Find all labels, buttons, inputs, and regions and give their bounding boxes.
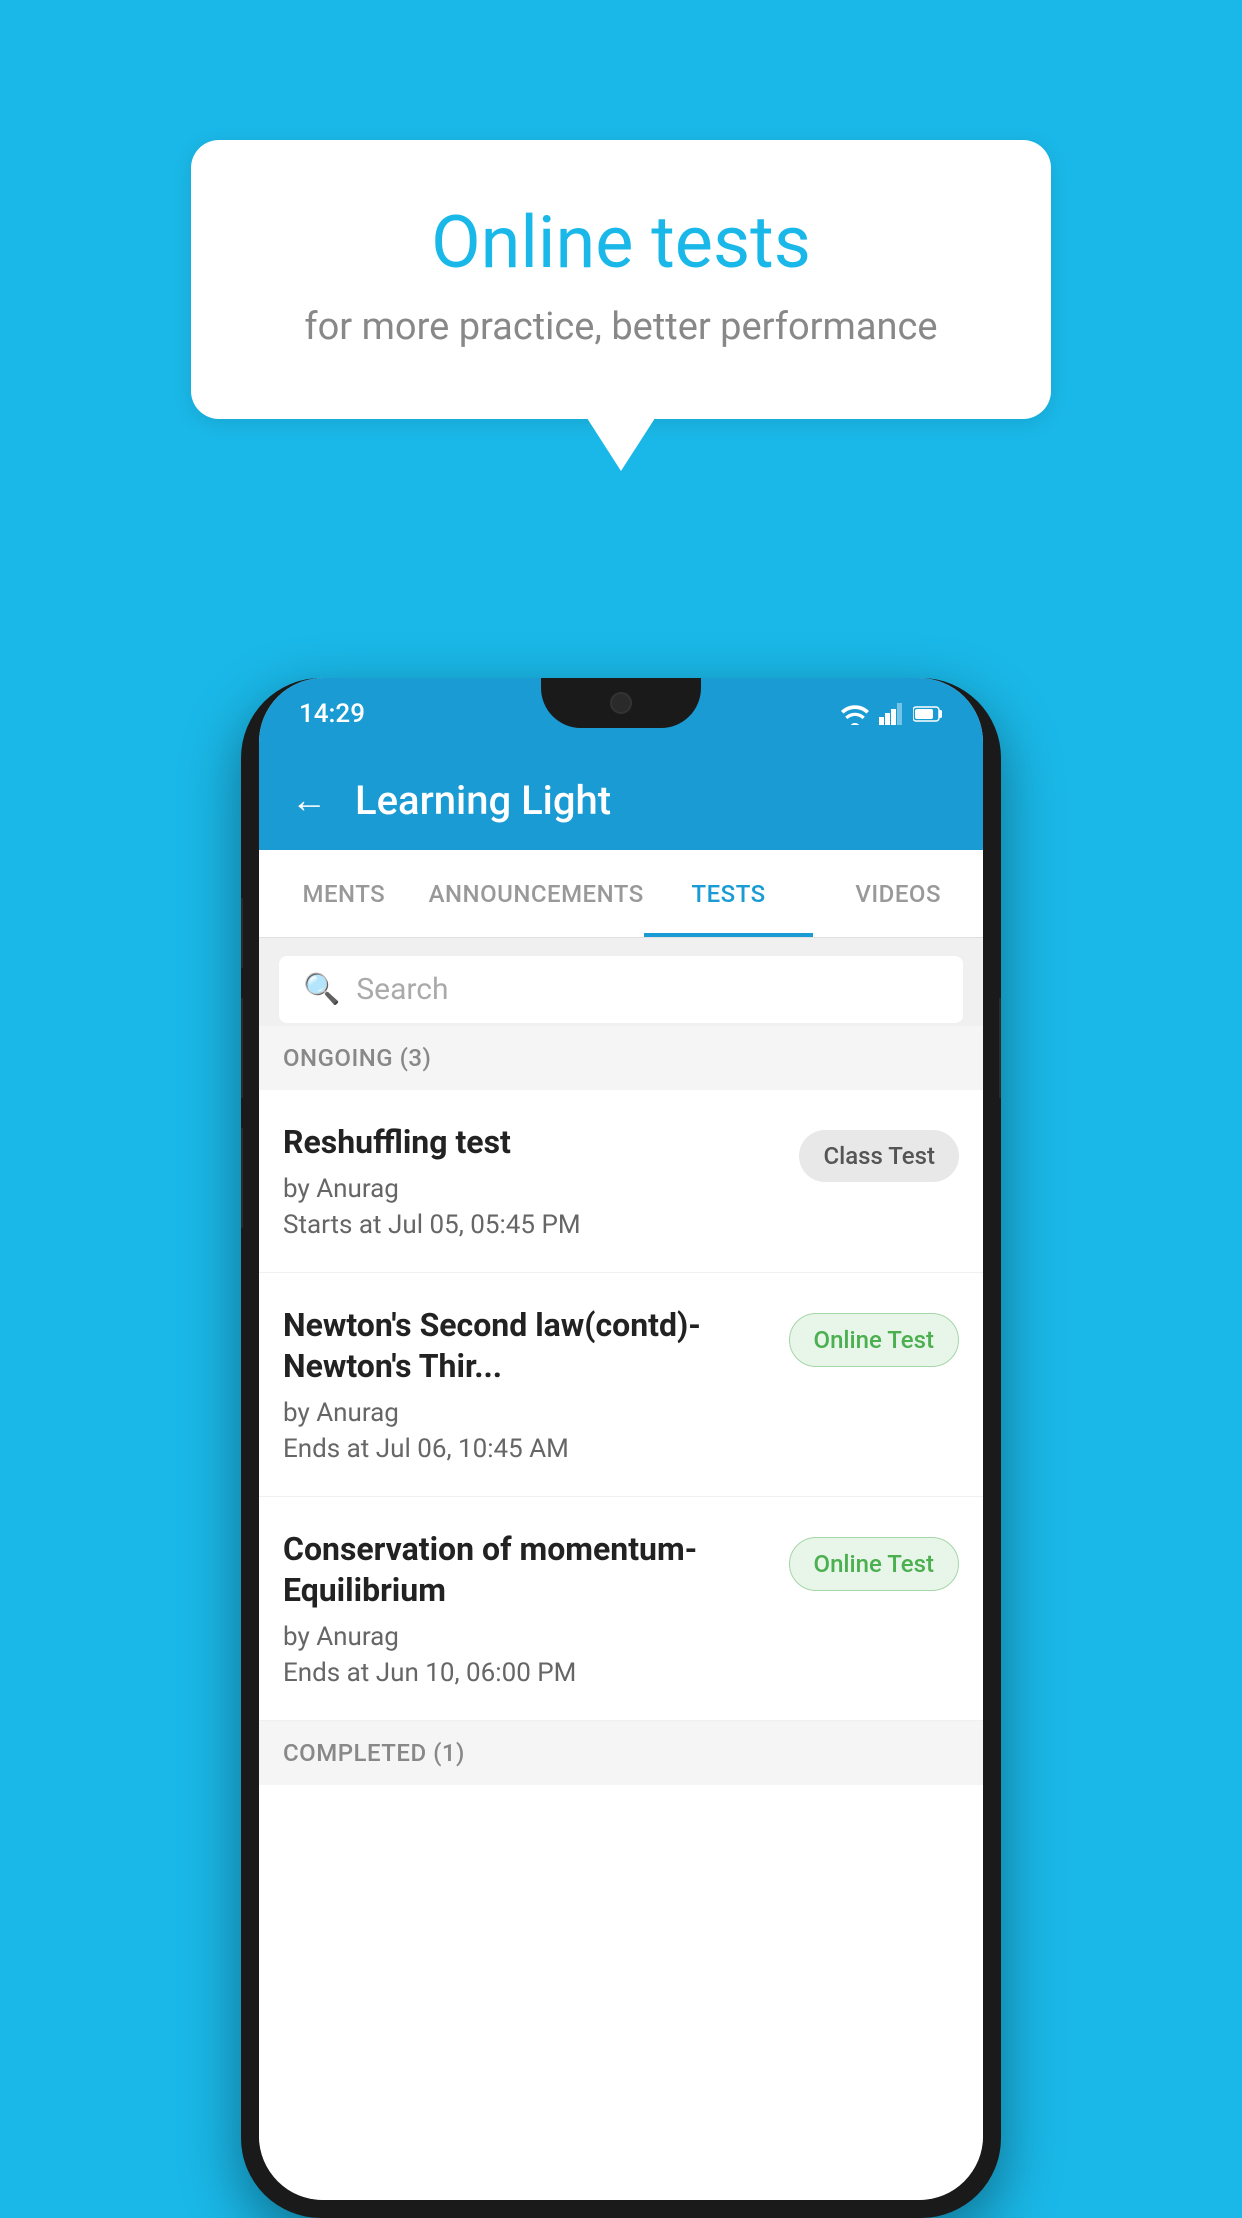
test-title-newton: Newton's Second law(contd)-Newton's Thir… [283, 1305, 769, 1388]
volume-down-button [241, 998, 243, 1098]
tab-videos[interactable]: VIDEOS [813, 850, 983, 937]
speech-bubble: Online tests for more practice, better p… [191, 140, 1051, 419]
front-camera [610, 692, 632, 714]
test-title-reshuffling: Reshuffling test [283, 1122, 779, 1164]
test-item-conservation[interactable]: Conservation of momentum-Equilibrium by … [259, 1497, 983, 1721]
app-title: Learning Light [355, 777, 611, 824]
status-icons [841, 703, 943, 725]
test-info-reshuffling: Reshuffling test by Anurag Starts at Jul… [283, 1122, 799, 1240]
test-time-newton: Ends at Jul 06, 10:45 AM [283, 1434, 769, 1464]
search-input[interactable]: Search [356, 972, 448, 1007]
status-time: 14:29 [299, 699, 365, 729]
test-info-conservation: Conservation of momentum-Equilibrium by … [283, 1529, 789, 1688]
test-item-reshuffling[interactable]: Reshuffling test by Anurag Starts at Jul… [259, 1090, 983, 1273]
phone-notch [541, 678, 701, 728]
tab-bar: MENTS ANNOUNCEMENTS TESTS VIDEOS [259, 850, 983, 938]
badge-online-test-newton: Online Test [789, 1313, 959, 1367]
badge-class-test: Class Test [799, 1130, 959, 1182]
test-time-reshuffling: Starts at Jul 05, 05:45 PM [283, 1210, 779, 1240]
volume-up-button [241, 898, 243, 968]
silent-button [241, 1128, 243, 1228]
test-author-conservation: by Anurag [283, 1622, 769, 1652]
test-title-conservation: Conservation of momentum-Equilibrium [283, 1529, 769, 1612]
signal-icon [879, 703, 903, 725]
wifi-icon [841, 703, 869, 725]
promo-bubble: Online tests for more practice, better p… [191, 140, 1051, 419]
search-input-wrapper[interactable]: 🔍 Search [279, 956, 963, 1023]
app-header: ← Learning Light [259, 750, 983, 850]
back-button[interactable]: ← [291, 779, 327, 821]
bubble-title: Online tests [271, 200, 971, 285]
phone-screen: 14:29 [259, 678, 983, 2200]
ongoing-section-header: ONGOING (3) [259, 1026, 983, 1090]
phone-frame: 14:29 [241, 678, 1001, 2218]
completed-section-header: COMPLETED (1) [259, 1721, 983, 1785]
tab-announcements[interactable]: ANNOUNCEMENTS [429, 850, 644, 937]
test-info-newton: Newton's Second law(contd)-Newton's Thir… [283, 1305, 789, 1464]
content-area: ONGOING (3) Reshuffling test by Anurag S… [259, 1026, 983, 2200]
test-time-conservation: Ends at Jun 10, 06:00 PM [283, 1658, 769, 1688]
tab-tests[interactable]: TESTS [644, 850, 814, 937]
battery-icon [913, 705, 943, 723]
tab-ments[interactable]: MENTS [259, 850, 429, 937]
test-item-newton[interactable]: Newton's Second law(contd)-Newton's Thir… [259, 1273, 983, 1497]
bubble-subtitle: for more practice, better performance [271, 305, 971, 349]
badge-online-test-conservation: Online Test [789, 1537, 959, 1591]
test-author-reshuffling: by Anurag [283, 1174, 779, 1204]
test-author-newton: by Anurag [283, 1398, 769, 1428]
power-button [999, 998, 1001, 1098]
search-icon: 🔍 [303, 972, 340, 1007]
